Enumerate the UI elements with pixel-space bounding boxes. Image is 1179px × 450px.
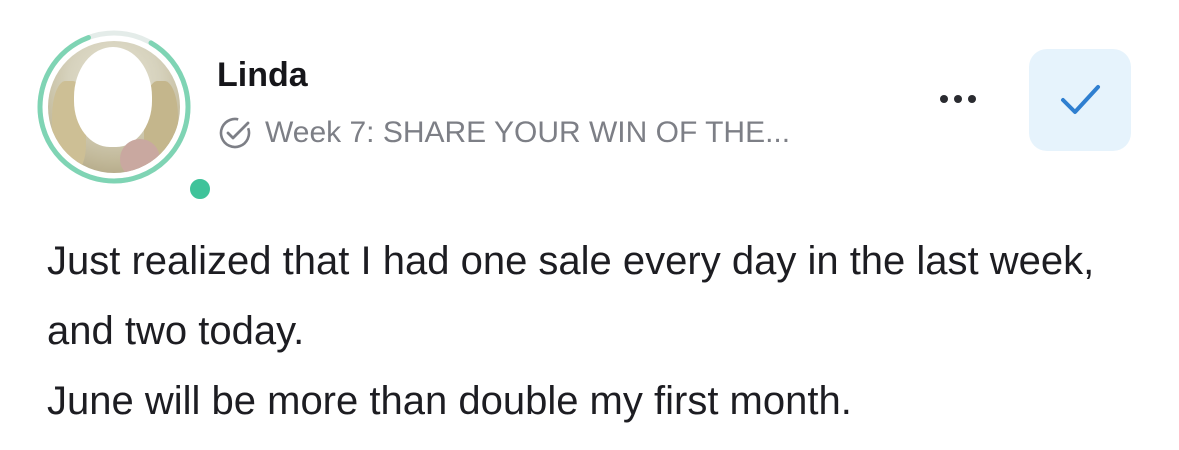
post-topic-label: Week 7: SHARE YOUR WIN OF THE... bbox=[265, 116, 791, 149]
avatar-photo bbox=[48, 41, 180, 173]
post-body: Just realized that I had one sale every … bbox=[47, 226, 1147, 436]
author-name[interactable]: Linda bbox=[217, 55, 308, 95]
mark-complete-button[interactable] bbox=[1029, 49, 1131, 151]
online-status-dot bbox=[186, 175, 214, 203]
checkmark-icon bbox=[1061, 85, 1100, 114]
post-card: Linda Week 7: SHARE YOUR WIN OF THE... J… bbox=[0, 0, 1179, 450]
avatar[interactable] bbox=[36, 29, 214, 203]
post-body-paragraph: Just realized that I had one sale every … bbox=[47, 239, 1095, 353]
post-body-paragraph: June will be more than double my first m… bbox=[47, 379, 852, 423]
check-circle-icon bbox=[219, 117, 251, 149]
post-topic[interactable]: Week 7: SHARE YOUR WIN OF THE... bbox=[217, 113, 790, 153]
more-options-button[interactable] bbox=[928, 84, 988, 114]
more-horizontal-icon bbox=[940, 95, 948, 103]
